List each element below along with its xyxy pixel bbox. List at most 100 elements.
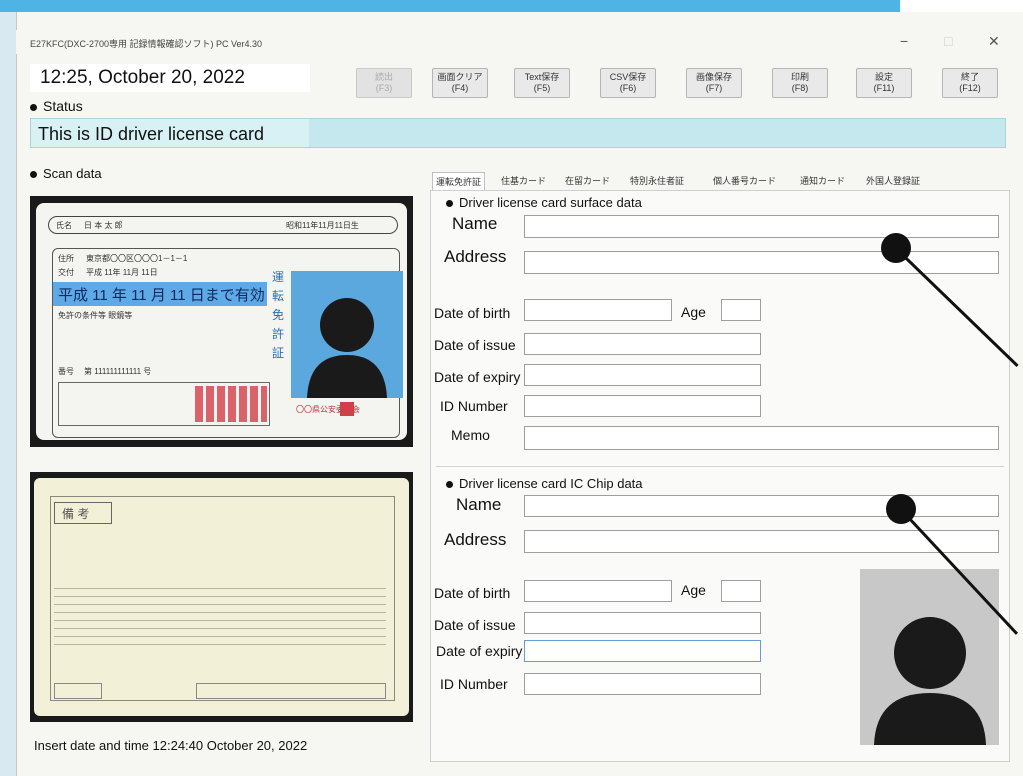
close-button[interactable]: ✕: [988, 33, 1000, 50]
card-birth: 昭和11年11月11日生: [286, 221, 359, 230]
print-button-label: 印刷: [790, 72, 809, 82]
surface-section-label: Driver license card surface data: [446, 195, 642, 210]
chip-section-label: Driver license card IC Chip data: [446, 476, 643, 491]
tab-alien-registration[interactable]: 外国人登録証: [866, 172, 920, 190]
image-save-button[interactable]: 画像保存 (F7): [686, 68, 742, 98]
surface-idnum-field[interactable]: [524, 395, 761, 417]
surface-expiry-field[interactable]: [524, 364, 761, 386]
status-label: Status: [30, 98, 83, 114]
card-name-value: 日 本 太 郎: [84, 221, 123, 230]
card-number-value: 第 111111111111 号: [84, 367, 152, 376]
surface-issue-field[interactable]: [524, 333, 761, 355]
tab-residence-card[interactable]: 在留カード: [565, 172, 610, 190]
surface-idnum-label: ID Number: [440, 398, 508, 414]
surface-memo-field[interactable]: [524, 426, 999, 450]
chip-idnum-label: ID Number: [440, 676, 508, 692]
text-save-button[interactable]: Text保存 (F5): [514, 68, 570, 98]
bullet-icon: [30, 171, 37, 179]
tab-mynumber-card[interactable]: 個人番号カード: [713, 172, 776, 190]
surface-section-label-text: Driver license card surface data: [459, 195, 642, 210]
card-seal: [340, 402, 354, 416]
read-button[interactable]: 読出 (F3): [356, 68, 412, 98]
maximize-button[interactable]: □: [944, 33, 952, 49]
current-datetime: 12:25, October 20, 2022: [40, 67, 245, 88]
chip-age-label: Age: [681, 582, 706, 598]
surface-issue-label: Date of issue: [434, 337, 516, 353]
card-address-label: 住所: [58, 254, 74, 263]
card-photo: [291, 271, 403, 398]
card-validity: 平成 11 年 11 月 11 日まで有効: [58, 287, 265, 304]
card-back-fineprint: [54, 588, 386, 650]
card-back-field-left: [54, 683, 102, 699]
clear-screen-button[interactable]: 画面クリア (F4): [432, 68, 488, 98]
print-button-key: (F8): [791, 83, 809, 93]
chip-idnum-field[interactable]: [524, 673, 761, 695]
chip-issue-field[interactable]: [524, 612, 761, 634]
status-message: This is ID driver license card: [38, 124, 265, 144]
surface-memo-label: Memo: [451, 427, 490, 443]
window-title: E27KFC(DXC-2700専用 記録情報確認ソフト) PC Ver4.30: [30, 39, 263, 49]
chip-dob-field[interactable]: [524, 580, 672, 602]
image-save-button-key: (F7): [705, 83, 723, 93]
surface-name-field[interactable]: [524, 215, 999, 238]
card-category-grid: [195, 386, 267, 422]
card-issue-label: 交付: [58, 268, 74, 277]
surface-address-label: Address: [444, 247, 507, 266]
status-label-text: Status: [43, 98, 83, 114]
insert-datetime: Insert date and time 12:24:40 October 20…: [34, 738, 308, 753]
csv-save-button-key: (F6): [619, 83, 637, 93]
outer-frame-top: [0, 0, 1023, 12]
surface-dob-label: Date of birth: [434, 305, 511, 321]
card-address-value: 東京都〇〇区〇〇〇1－1－1: [86, 254, 188, 263]
chip-section-label-text: Driver license card IC Chip data: [459, 476, 643, 491]
chip-issue-label: Date of issue: [434, 617, 516, 633]
surface-address-field[interactable]: [524, 251, 999, 274]
tab-special-permanent[interactable]: 特別永住者証: [630, 172, 684, 190]
chip-dob-label: Date of birth: [434, 585, 511, 601]
card-back-field-right: [196, 683, 386, 699]
chip-address-field[interactable]: [524, 530, 999, 553]
text-save-button-label: Text保存: [524, 72, 560, 82]
tab-notification-card[interactable]: 通知カード: [800, 172, 845, 190]
tab-juki-card[interactable]: 住基カード: [501, 172, 546, 190]
section-divider: [436, 466, 1004, 467]
read-button-label: 読出: [374, 72, 393, 82]
person-silhouette-icon: [307, 298, 387, 398]
csv-save-button-label: CSV保存: [609, 72, 647, 82]
image-save-button-label: 画像保存: [695, 72, 732, 82]
chip-expiry-field[interactable]: [524, 640, 761, 662]
surface-name-label: Name: [452, 214, 498, 233]
print-button[interactable]: 印刷 (F8): [772, 68, 828, 98]
clear-screen-button-key: (F4): [451, 83, 469, 93]
outer-frame-gap: [900, 0, 1023, 12]
exit-button-key: (F12): [959, 83, 981, 93]
surface-age-field[interactable]: [721, 299, 761, 321]
tab-driver-license[interactable]: 運転免許証: [432, 172, 486, 191]
scan-data-label-text: Scan data: [43, 166, 102, 181]
read-button-key: (F3): [375, 83, 393, 93]
csv-save-button[interactable]: CSV保存 (F6): [600, 68, 656, 98]
card-number-label: 番号: [58, 367, 74, 376]
clear-screen-button-label: 画面クリア: [437, 72, 483, 82]
card-conditions: 免許の条件等 眼鏡等: [58, 311, 133, 320]
chip-name-label: Name: [456, 495, 502, 514]
scan-data-label: Scan data: [30, 166, 102, 181]
exit-button-label: 終了: [960, 72, 979, 82]
chip-address-label: Address: [444, 530, 507, 549]
card-name-label: 氏名: [56, 221, 72, 230]
card-license-title: 運転免許証: [272, 270, 285, 360]
minimize-button[interactable]: −: [900, 33, 908, 49]
chip-age-field[interactable]: [721, 580, 761, 602]
bullet-icon: [446, 481, 453, 489]
surface-dob-field[interactable]: [524, 299, 672, 321]
bullet-icon: [30, 103, 37, 111]
settings-button-key: (F11): [873, 83, 895, 93]
surface-expiry-label: Date of expiry: [434, 369, 521, 385]
exit-button[interactable]: 終了 (F12): [942, 68, 998, 98]
outer-frame-left: [0, 12, 16, 776]
card-issue-value: 平成 11年 11月 11日: [86, 268, 158, 277]
settings-button[interactable]: 設定 (F11): [856, 68, 912, 98]
text-save-button-key: (F5): [533, 83, 551, 93]
chip-name-field[interactable]: [524, 495, 999, 517]
card-remarks-label: 備 考: [62, 507, 90, 521]
